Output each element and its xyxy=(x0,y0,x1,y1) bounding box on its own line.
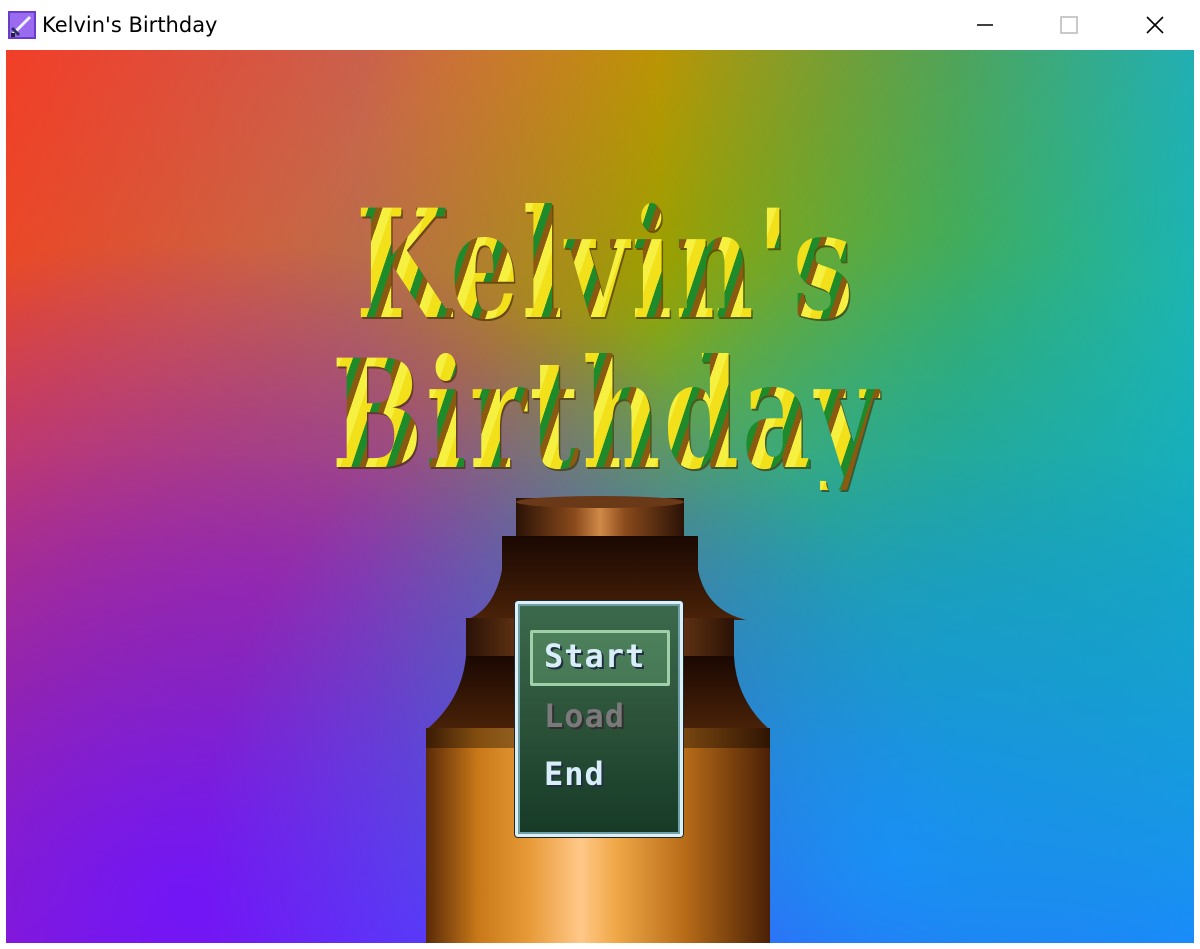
window-title: Kelvin's Birthday xyxy=(42,13,218,37)
close-button[interactable] xyxy=(1112,0,1198,50)
maximize-button[interactable] xyxy=(1026,0,1112,50)
minimize-button[interactable] xyxy=(942,0,1028,50)
title-menu: Start Load End xyxy=(515,601,683,837)
maximize-icon xyxy=(1060,16,1078,34)
window-titlebar: Kelvin's Birthday xyxy=(0,0,1200,50)
menu-item-start[interactable]: Start xyxy=(532,630,668,682)
app-sword-icon xyxy=(8,11,36,39)
minimize-icon xyxy=(977,24,993,26)
game-canvas[interactable]: Kelvin's Birthday Start Load End xyxy=(6,50,1194,943)
menu-item-load[interactable]: Load xyxy=(532,690,668,742)
menu-item-end[interactable]: End xyxy=(532,748,668,800)
close-icon xyxy=(1146,16,1164,34)
window-border-bottom xyxy=(0,943,1200,949)
window-border-right xyxy=(1194,50,1200,949)
